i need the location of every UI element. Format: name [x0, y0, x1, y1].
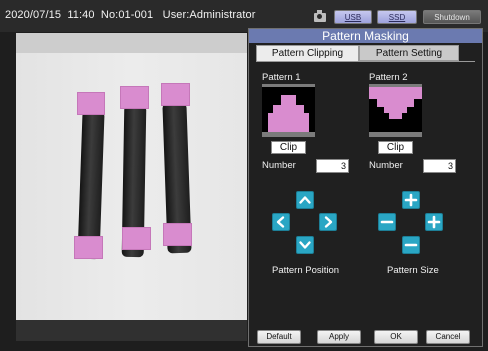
pattern-1-clip-button[interactable]: Clip — [271, 141, 306, 154]
pattern-1-number-input[interactable]: 3 — [316, 159, 349, 173]
apply-button[interactable]: Apply — [317, 330, 361, 344]
pattern-1-label: Pattern 1 — [262, 72, 301, 83]
pattern-1-number-label: Number — [262, 160, 296, 171]
default-button[interactable]: Default — [257, 330, 301, 344]
mask-bottom-1[interactable] — [74, 236, 103, 259]
minus-icon — [404, 243, 418, 247]
date-text: 2020/07/15 — [5, 9, 62, 21]
time-text: 11:40 — [67, 9, 95, 21]
status-text: 2020/07/15 11:40 No:01-001 User:Administ… — [5, 9, 256, 21]
pattern-2-label: Pattern 2 — [369, 72, 408, 83]
move-left-button[interactable] — [272, 213, 290, 231]
mask-top-1[interactable] — [77, 92, 105, 115]
chevron-up-icon — [299, 196, 311, 204]
chevron-right-icon — [324, 216, 333, 228]
mask-top-2[interactable] — [120, 86, 149, 109]
user-text: User:Administrator — [162, 9, 256, 21]
increase-width-button[interactable] — [425, 213, 443, 231]
increase-height-button[interactable] — [402, 191, 420, 209]
image-top-strip — [16, 33, 247, 53]
shutdown-button[interactable]: Shutdown — [423, 10, 481, 24]
decrease-height-button[interactable] — [402, 236, 420, 254]
minus-icon — [380, 220, 394, 224]
tab-pattern-clipping[interactable]: Pattern Clipping — [256, 45, 359, 61]
pattern-2-clip-button[interactable]: Clip — [378, 141, 413, 154]
tab-content-border — [256, 61, 475, 67]
mask-top-3[interactable] — [161, 83, 190, 106]
tab-pattern-setting[interactable]: Pattern Setting — [359, 45, 459, 61]
pattern-2-number-input[interactable]: 3 — [423, 159, 456, 173]
move-up-button[interactable] — [296, 191, 314, 209]
mask-bottom-2[interactable] — [122, 227, 151, 250]
pattern-1-thumbnail — [262, 84, 315, 137]
cancel-button[interactable]: Cancel — [426, 330, 470, 344]
serial-number-text: No:01-001 — [100, 9, 154, 21]
pattern-2-number-label: Number — [369, 160, 403, 171]
panel-title: Pattern Masking — [249, 29, 482, 43]
decrease-width-button[interactable] — [378, 213, 396, 231]
pattern-2-thumbnail — [369, 84, 422, 137]
camera-icon[interactable] — [314, 10, 326, 22]
mask-bottom-3[interactable] — [163, 223, 192, 246]
move-down-button[interactable] — [296, 236, 314, 254]
plus-icon — [427, 215, 441, 229]
pattern-1-shape — [268, 95, 309, 132]
pattern-size-label: Pattern Size — [387, 265, 439, 276]
usb-button[interactable]: USB — [334, 10, 372, 24]
move-right-button[interactable] — [319, 213, 337, 231]
ok-button[interactable]: OK — [374, 330, 418, 344]
plus-icon — [404, 193, 418, 207]
pattern-2-shape — [369, 87, 422, 119]
camera-image-view[interactable] — [16, 33, 247, 341]
chevron-down-icon — [299, 241, 311, 249]
pattern-masking-panel: Pattern Masking Pattern Clipping Pattern… — [248, 28, 483, 347]
ssd-button[interactable]: SSD — [377, 10, 417, 24]
chevron-left-icon — [276, 216, 285, 228]
image-bottom-strip — [16, 320, 247, 341]
pattern-position-label: Pattern Position — [272, 265, 340, 276]
